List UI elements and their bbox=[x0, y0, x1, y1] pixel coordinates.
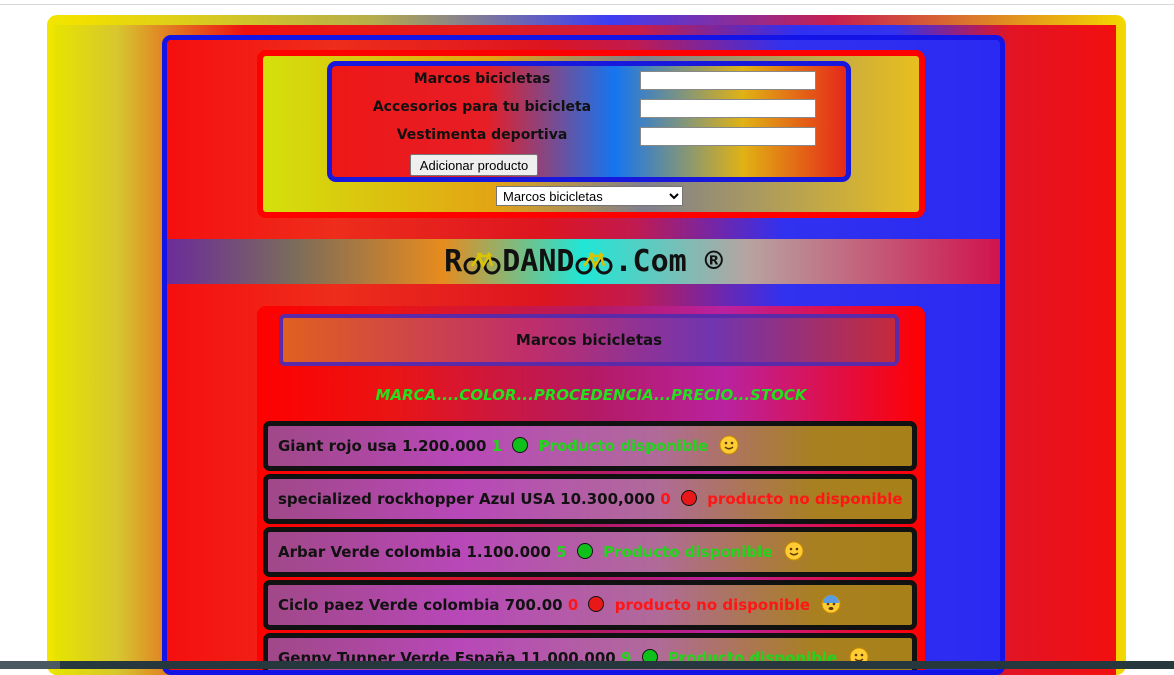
status-label: producto no disponible bbox=[614, 596, 811, 614]
form-row-accessories: Accesorios para tu bicicleta bbox=[332, 99, 846, 121]
scrollbar-thumb[interactable] bbox=[0, 661, 60, 669]
list-item: Arbar Verde colombia 1.100.000 5 Product… bbox=[263, 527, 917, 577]
stock-count: 0 bbox=[567, 596, 579, 614]
label-frames: Marcos bicicletas bbox=[413, 71, 551, 87]
product-list-panel: Marcos bicicletas MARCA....COLOR...PROCE… bbox=[257, 306, 925, 670]
main-container: Marcos bicicletas Accesorios para tu bic… bbox=[162, 35, 1005, 675]
site-logo: R DAND .Com ® bbox=[444, 244, 723, 279]
bicycle-icon bbox=[575, 251, 613, 274]
list-item: specialized rockhopper Azul USA 10.300,0… bbox=[263, 474, 917, 524]
available-dot-icon bbox=[512, 437, 529, 453]
product-form-panel: Marcos bicicletas Accesorios para tu bic… bbox=[257, 50, 925, 218]
horizontal-scrollbar[interactable] bbox=[0, 661, 1174, 669]
product-text: specialized rockhopper Azul USA 10.300,0… bbox=[278, 490, 656, 508]
anxious-face-icon bbox=[821, 594, 841, 614]
accessories-input[interactable] bbox=[640, 99, 816, 118]
unavailable-dot-icon bbox=[680, 490, 697, 506]
list-item: Ciclo paez Verde colombia 700.00 0 produ… bbox=[263, 580, 917, 630]
list-header: Marcos bicicletas bbox=[279, 314, 899, 366]
column-headers: MARCA....COLOR...PROCEDENCIA...PRECIO...… bbox=[375, 386, 807, 404]
browser-top-line bbox=[0, 4, 1174, 5]
logo-band: R DAND .Com ® bbox=[167, 239, 1000, 284]
frames-input[interactable] bbox=[640, 71, 816, 90]
list-item: Giant rojo usa 1.200.000 1 Producto disp… bbox=[263, 421, 917, 471]
category-select[interactable]: Marcos bicicletas bbox=[496, 186, 683, 206]
available-dot-icon bbox=[576, 543, 593, 559]
status-label: producto no disponible bbox=[707, 490, 903, 508]
label-clothing: Vestimenta deportiva bbox=[396, 127, 568, 143]
product-text: Arbar Verde colombia 1.100.000 bbox=[278, 543, 551, 561]
product-text: Giant rojo usa 1.200.000 bbox=[278, 437, 487, 455]
unavailable-dot-icon bbox=[588, 596, 605, 612]
logo-text-com: .Com ® bbox=[614, 244, 723, 279]
logo-text-r: R bbox=[444, 244, 463, 279]
status-label: Producto disponible bbox=[603, 543, 773, 561]
bicycle-icon bbox=[463, 251, 501, 274]
product-text: Ciclo paez Verde colombia 700.00 bbox=[278, 596, 563, 614]
label-accessories: Accesorios para tu bicicleta bbox=[372, 99, 592, 115]
clothing-input[interactable] bbox=[640, 127, 816, 146]
add-product-button[interactable]: Adicionar producto bbox=[410, 154, 538, 176]
product-form: Marcos bicicletas Accesorios para tu bic… bbox=[327, 61, 851, 182]
form-row-clothing: Vestimenta deportiva bbox=[332, 127, 846, 149]
stock-count: 5 bbox=[556, 543, 567, 561]
smiling-face-icon bbox=[719, 435, 739, 455]
status-label: Producto disponible bbox=[538, 437, 709, 455]
anxious-face-icon bbox=[914, 488, 917, 508]
form-row-frames: Marcos bicicletas bbox=[332, 71, 846, 93]
logo-text-dand: DAND bbox=[502, 244, 575, 279]
smiling-face-icon bbox=[784, 541, 804, 561]
stock-count: 1 bbox=[491, 437, 503, 455]
stock-count: 0 bbox=[660, 490, 671, 508]
